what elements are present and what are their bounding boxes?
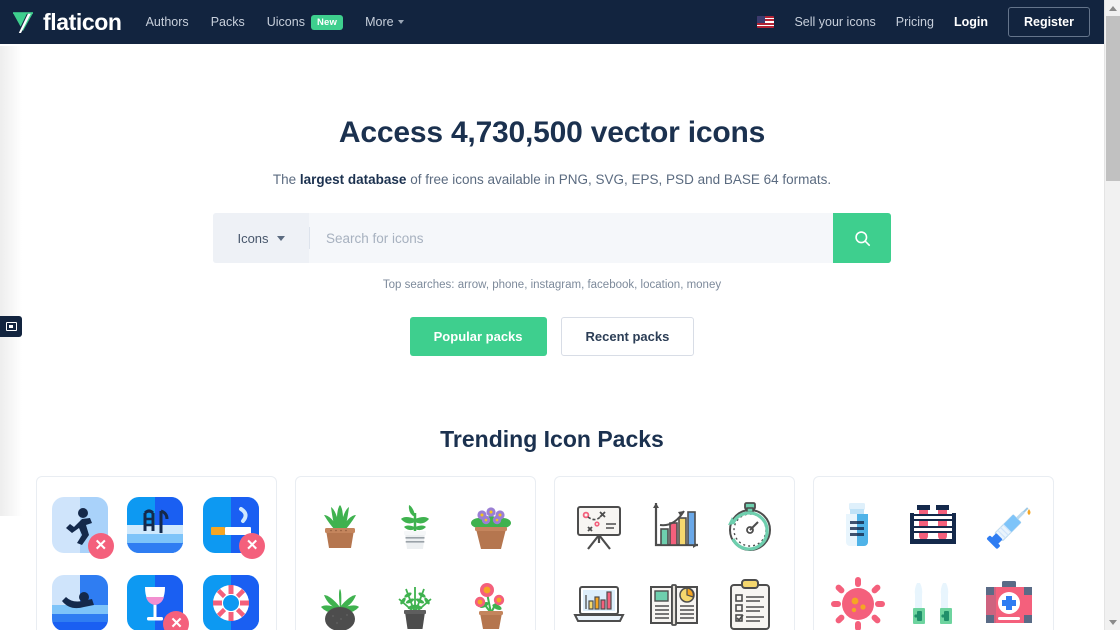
flower-pot-icon (462, 575, 520, 630)
nav-login[interactable]: Login (954, 15, 988, 29)
nav-uicons-label: Uicons (266, 15, 305, 29)
subtitle-bold: largest database (299, 172, 407, 187)
search-input[interactable] (310, 213, 833, 263)
search-bar: Icons (213, 213, 891, 263)
pack-filter-toggle: Popular packs Recent packs (0, 317, 1104, 356)
syringe-icon (980, 497, 1038, 555)
fern-plant-icon (386, 575, 444, 630)
subtitle-after: of free icons available in PNG, SVG, EPS… (406, 172, 832, 187)
swimmer-icon (51, 575, 110, 630)
top-search-term-money[interactable]: money (687, 279, 722, 291)
hero-subtitle: The largest database of free icons avail… (0, 172, 1104, 187)
primary-nav: Authors Packs Uicons New More (146, 14, 404, 30)
wine-glass-icon: ✕ (127, 575, 190, 630)
top-search-term-instagram[interactable]: instagram (531, 279, 582, 291)
growth-chart-icon (645, 497, 703, 555)
chevron-down-icon (1109, 619, 1117, 625)
register-button[interactable]: Register (1007, 7, 1090, 37)
clipboard-checklist-icon (721, 575, 779, 630)
nav-uicons[interactable]: Uicons New (266, 14, 344, 30)
nav-authors[interactable]: Authors (146, 15, 189, 29)
leafy-plant-icon (311, 575, 369, 630)
laptop-chart-icon (570, 575, 628, 630)
nav-pricing[interactable]: Pricing (896, 15, 934, 29)
strategy-board-icon (570, 497, 628, 555)
screenshot-icon (5, 322, 17, 331)
trending-packs-row: ✕ ✕ ✕ (36, 476, 1076, 630)
search-type-label: Icons (237, 230, 269, 246)
top-search-term-arrow[interactable]: arrow (458, 279, 486, 291)
new-badge: New (310, 14, 344, 30)
stopwatch-icon (721, 497, 779, 555)
chevron-down-icon (276, 235, 285, 241)
vaccine-vial-icon (829, 497, 887, 555)
nav-more[interactable]: More (365, 15, 404, 29)
recent-packs-button[interactable]: Recent packs (560, 317, 695, 356)
search-type-dropdown[interactable]: Icons (213, 213, 309, 263)
trending-heading: Trending Icon Packs (440, 426, 664, 452)
violet-flowers-pot-icon (462, 497, 520, 555)
search-icon (854, 230, 870, 246)
pack-card-water-safety[interactable]: ✕ ✕ ✕ (36, 476, 277, 630)
scrollbar-thumb[interactable] (1106, 16, 1120, 181)
top-search-term-facebook[interactable]: facebook (587, 279, 634, 291)
ampoules-icon (904, 575, 962, 630)
page-title: Access 4,730,500 vector icons (338, 116, 766, 149)
virus-icon (829, 575, 887, 630)
top-search-term-location[interactable]: location (641, 279, 681, 291)
flaticon-logo[interactable]: flaticon (10, 9, 122, 36)
pack-card-medical-vaccine[interactable] (813, 476, 1054, 630)
nav-sell-your-icons[interactable]: Sell your icons (794, 15, 875, 29)
seedling-pot-icon (386, 497, 444, 555)
page-root: flaticon Authors Packs Uicons New More S… (0, 0, 1120, 630)
top-searches-label: Top searches: (382, 279, 455, 291)
feedback-tab[interactable] (0, 316, 22, 337)
swimming-pool-icon (127, 497, 185, 555)
chevron-up-icon (1109, 5, 1117, 11)
prohibited-badge: ✕ (239, 533, 266, 559)
no-smoking-icon: ✕ (203, 497, 266, 559)
secondary-nav: Sell your icons Pricing Login Register (757, 7, 1090, 37)
nav-more-label: More (365, 15, 394, 29)
search-button[interactable] (833, 213, 891, 263)
flaticon-v-mark-icon (10, 9, 36, 35)
chevron-down-icon (397, 20, 404, 24)
aloe-plant-icon (311, 497, 369, 555)
subtitle-before: The (272, 172, 300, 187)
first-aid-kit-icon (980, 575, 1038, 630)
scroll-up-button[interactable] (1105, 0, 1120, 16)
page-scrollbar[interactable] (1104, 0, 1120, 630)
scroll-down-button[interactable] (1105, 614, 1120, 630)
life-buoy-icon (203, 575, 261, 630)
prohibited-badge: ✕ (87, 533, 114, 559)
site-header: flaticon Authors Packs Uicons New More S… (0, 0, 1104, 44)
pack-card-business-strategy[interactable] (554, 476, 795, 630)
pack-card-potted-plants[interactable] (295, 476, 536, 630)
us-flag-icon[interactable] (757, 16, 775, 28)
blood-test-tubes-icon (904, 497, 962, 555)
prohibited-badge: ✕ (163, 611, 190, 630)
popular-packs-button[interactable]: Popular packs (409, 317, 547, 356)
nav-packs[interactable]: Packs (211, 15, 245, 29)
open-book-icon (645, 575, 703, 630)
logo-wordmark: flaticon (43, 8, 122, 35)
running-person-icon: ✕ (51, 497, 114, 559)
top-search-term-phone[interactable]: phone (492, 279, 524, 291)
top-searches: Top searches: arrow, phone, instagram, f… (382, 279, 722, 291)
hero-section: Access 4,730,500 vector icons The larges… (0, 44, 1104, 453)
